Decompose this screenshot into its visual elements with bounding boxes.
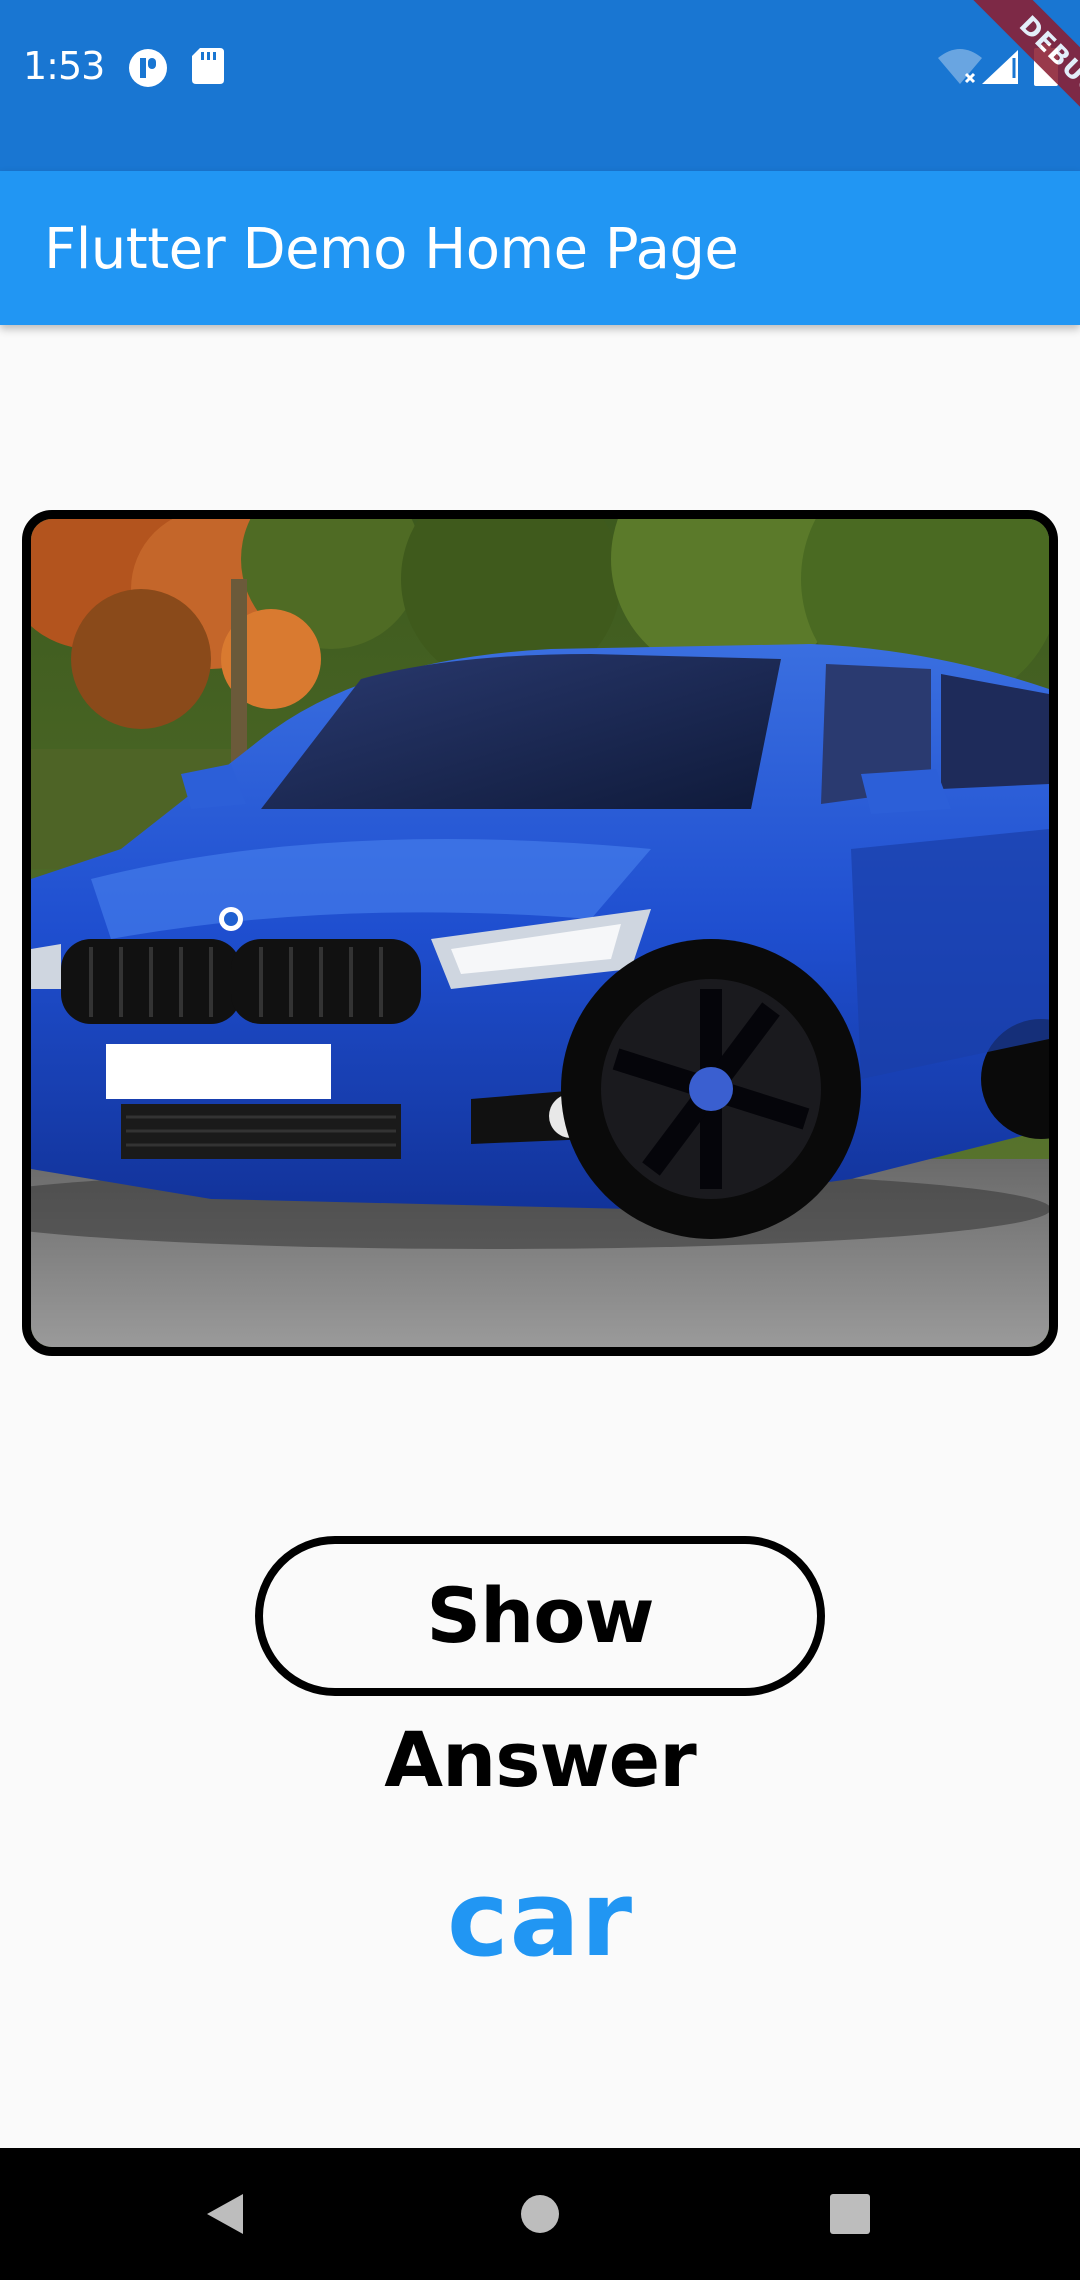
back-button[interactable] [155, 2148, 295, 2280]
recents-icon [830, 2194, 870, 2234]
image-card [22, 510, 1058, 1356]
home-icon [521, 2195, 559, 2233]
debug-banner: DEBUG [920, 0, 1080, 160]
app-bar-title: Flutter Demo Home Page [44, 217, 739, 282]
navigation-bar [0, 2148, 1080, 2280]
p-badge-icon [128, 48, 168, 93]
debug-label: DEBUG [953, 0, 1080, 160]
recents-button[interactable] [780, 2148, 920, 2280]
status-bar: 1:53 [0, 0, 1080, 171]
status-time: 1:53 [23, 44, 105, 88]
car-image [31, 519, 1049, 1347]
show-answer-button[interactable]: Show Answer [255, 1536, 825, 1804]
back-icon [207, 2194, 243, 2234]
answer-text: car [446, 1858, 634, 1980]
home-button[interactable] [470, 2148, 610, 2280]
app-bar: Flutter Demo Home Page [0, 171, 1080, 325]
sd-card-icon [192, 48, 224, 89]
